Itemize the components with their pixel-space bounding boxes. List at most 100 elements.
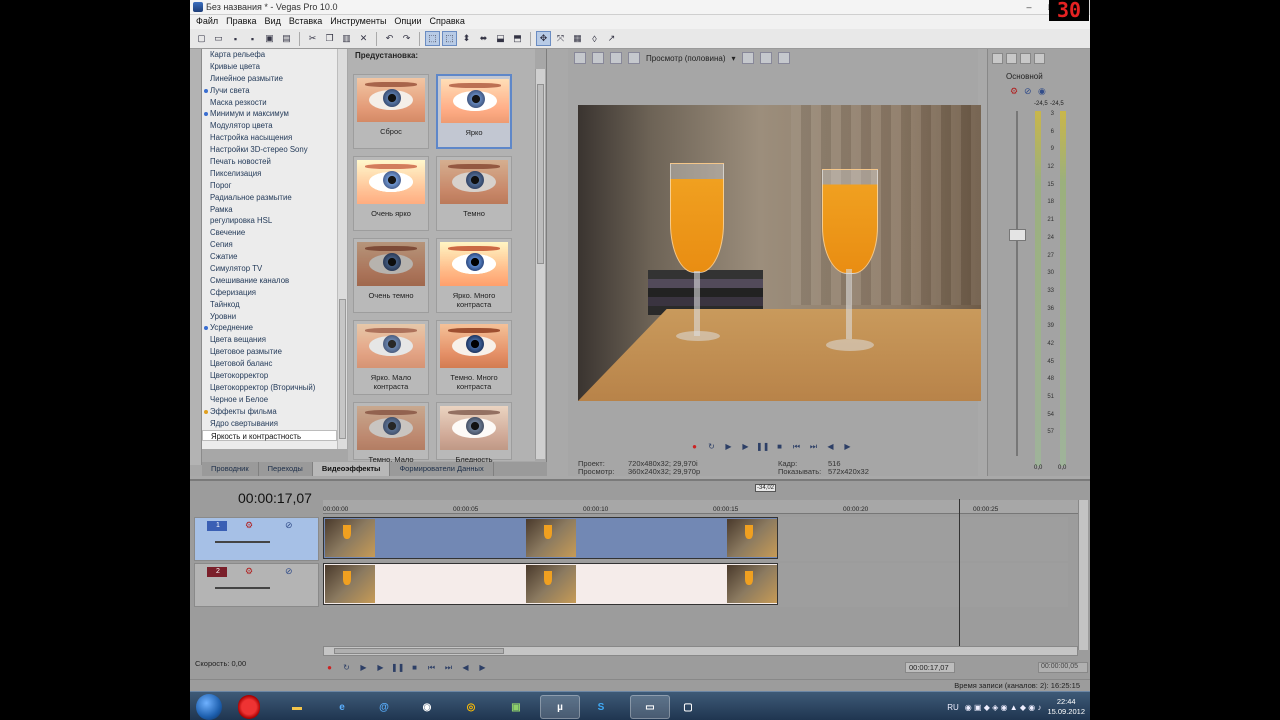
open-folder-icon[interactable]: ▭ bbox=[211, 31, 226, 46]
language-indicator[interactable]: RU bbox=[947, 703, 959, 712]
mute-icon[interactable]: ⊘ bbox=[285, 520, 293, 531]
fx-item[interactable]: Линейное размытие bbox=[202, 73, 337, 85]
render-icon[interactable]: ▣ bbox=[262, 31, 277, 46]
fx-item[interactable]: Карта рельефа bbox=[202, 49, 337, 61]
insert-bus-icon[interactable] bbox=[1006, 53, 1017, 64]
fx-item[interactable]: Рамка bbox=[202, 204, 337, 216]
snapping-icon[interactable]: ✥ bbox=[536, 31, 551, 46]
pause-icon[interactable]: ❚❚ bbox=[756, 441, 769, 452]
minimize-button[interactable]: – bbox=[1018, 0, 1040, 14]
fx-item[interactable]: регулировка HSL bbox=[202, 215, 337, 227]
tab-transitions[interactable]: Переходы bbox=[259, 462, 313, 476]
go-to-end-icon[interactable]: ⏭ bbox=[442, 662, 455, 673]
selection-tool-icon[interactable]: ⬍ bbox=[459, 31, 474, 46]
master-fader[interactable] bbox=[1009, 229, 1026, 241]
video-event[interactable] bbox=[323, 563, 778, 605]
timeline-vertical-scrollbar[interactable] bbox=[1078, 500, 1088, 650]
save-snapshot-icon[interactable] bbox=[777, 52, 790, 64]
new-project-icon[interactable]: ▢ bbox=[194, 31, 209, 46]
second-track-lane[interactable] bbox=[323, 563, 1068, 607]
prev-frame-icon[interactable]: ◀ bbox=[459, 662, 472, 673]
cut-icon[interactable]: ✂ bbox=[305, 31, 320, 46]
fx-item[interactable]: Сферизация bbox=[202, 287, 337, 299]
panel-dock-strip[interactable] bbox=[190, 49, 202, 465]
envelope-tool-icon[interactable]: ⬚ bbox=[442, 31, 457, 46]
mute-icon[interactable]: ⊘ bbox=[1024, 86, 1032, 97]
scrollbar-thumb[interactable] bbox=[339, 299, 346, 439]
fx-item[interactable]: Печать новостей bbox=[202, 156, 337, 168]
help-pointer-icon[interactable]: ↗ bbox=[604, 31, 619, 46]
lock-envelopes-icon[interactable]: ⬓ bbox=[493, 31, 508, 46]
go-to-start-icon[interactable]: ⏮ bbox=[790, 441, 803, 452]
media-player-icon[interactable]: ◉ bbox=[413, 695, 441, 719]
fx-item[interactable]: Уровни bbox=[202, 311, 337, 323]
volume-slider[interactable] bbox=[215, 587, 270, 589]
fx-item[interactable]: Эффекты фильма bbox=[202, 406, 337, 418]
cursor-position-field[interactable]: 00:00:17,07 bbox=[905, 662, 955, 673]
solo-icon[interactable]: ◉ bbox=[1038, 86, 1046, 97]
fx-item[interactable]: Симулятор TV bbox=[202, 263, 337, 275]
fx-item[interactable]: Тайнкод bbox=[202, 299, 337, 311]
terminal-icon[interactable]: ▣ bbox=[502, 695, 530, 719]
scrollbar-thumb[interactable] bbox=[537, 84, 544, 264]
insert-fx-icon[interactable] bbox=[1020, 53, 1031, 64]
stop-icon[interactable]: ■ bbox=[408, 662, 421, 673]
play-from-start-icon[interactable]: ▶ bbox=[357, 662, 370, 673]
save-as-icon[interactable]: ▪ bbox=[245, 31, 260, 46]
fx-item[interactable]: Смешивание каналов bbox=[202, 275, 337, 287]
fx-item[interactable]: Сепия bbox=[202, 239, 337, 251]
pause-icon[interactable]: ❚❚ bbox=[391, 662, 404, 673]
skype-icon[interactable]: S bbox=[587, 695, 615, 719]
track-fx-icon[interactable]: ⚙ bbox=[245, 520, 253, 531]
properties-icon[interactable]: ▤ bbox=[279, 31, 294, 46]
undo-icon[interactable]: ↶ bbox=[382, 31, 397, 46]
audio-track-header[interactable]: 2 ⚙ ⊘ bbox=[194, 563, 319, 607]
utorrent-icon[interactable]: µ bbox=[540, 695, 580, 719]
chevron-down-icon[interactable]: ▾ bbox=[731, 54, 735, 63]
fx-item[interactable]: Маска резкости bbox=[202, 97, 337, 109]
video-track-lane[interactable] bbox=[323, 517, 1068, 561]
go-to-end-icon[interactable]: ⏭ bbox=[807, 441, 820, 452]
opera-icon[interactable] bbox=[238, 695, 260, 719]
fx-item[interactable]: Кривые цвета bbox=[202, 61, 337, 73]
normal-edit-tool-icon[interactable]: ⬚ bbox=[425, 31, 440, 46]
redo-icon[interactable]: ↷ bbox=[399, 31, 414, 46]
go-to-start-icon[interactable]: ⏮ bbox=[425, 662, 438, 673]
menu-view[interactable]: Вид bbox=[263, 15, 287, 29]
menu-help[interactable]: Справка bbox=[428, 15, 471, 29]
fx-item[interactable]: Модулятор цвета bbox=[202, 120, 337, 132]
record-icon[interactable]: ● bbox=[688, 441, 701, 452]
fx-item[interactable]: Настройка насыщения bbox=[202, 132, 337, 144]
timeline-cursor[interactable] bbox=[959, 499, 960, 649]
menu-insert[interactable]: Вставка bbox=[287, 15, 328, 29]
tray-icons[interactable]: ◉ ▣ ◆ ◈ ◉ ▲ ◆ ◉ ♪ bbox=[965, 703, 1042, 712]
loop-icon[interactable]: ↻ bbox=[340, 662, 353, 673]
fx-item[interactable]: Цвета вещания bbox=[202, 334, 337, 346]
menu-options[interactable]: Опции bbox=[392, 15, 427, 29]
copy-icon[interactable]: ❐ bbox=[322, 31, 337, 46]
menu-file[interactable]: Файл bbox=[194, 15, 224, 29]
fx-item[interactable]: Сжатие bbox=[202, 251, 337, 263]
menu-edit[interactable]: Правка bbox=[224, 15, 262, 29]
fx-item[interactable]: Лучи света bbox=[202, 85, 337, 97]
fx-item-selected[interactable]: Яркость и контрастность bbox=[202, 429, 337, 442]
save-icon[interactable]: ▪ bbox=[228, 31, 243, 46]
external-monitor-icon[interactable] bbox=[592, 52, 604, 64]
fx-item[interactable]: Цветокорректор bbox=[202, 370, 337, 382]
preview-properties-icon[interactable] bbox=[574, 52, 586, 64]
play-icon[interactable]: ▶ bbox=[374, 662, 387, 673]
play-icon[interactable]: ▶ bbox=[739, 441, 752, 452]
record-icon[interactable]: ● bbox=[323, 662, 336, 673]
preview-quality-dropdown[interactable]: Просмотр (половина) bbox=[646, 54, 725, 63]
preset-thumbnail[interactable]: Ярко. Много контраста bbox=[436, 238, 512, 313]
fx-item[interactable]: Радиальное размытие bbox=[202, 192, 337, 204]
selection-length-field[interactable]: 00:00:00,05 bbox=[1038, 662, 1088, 673]
preset-thumbnail[interactable]: Сброс bbox=[353, 74, 429, 149]
fx-item[interactable]: Настройки 3D-стерео Sony bbox=[202, 144, 337, 156]
tab-video-fx[interactable]: Видеоэффекты bbox=[312, 462, 391, 476]
video-track-header[interactable]: 1 ⚙ ⊘ bbox=[194, 517, 319, 561]
tab-media-generators[interactable]: Формирователи Данных bbox=[390, 462, 494, 476]
track-fx-icon[interactable]: ⚙ bbox=[245, 566, 253, 577]
overlays-icon[interactable] bbox=[741, 52, 754, 64]
preset-thumbnail[interactable]: Темно. Мало bbox=[353, 402, 429, 464]
